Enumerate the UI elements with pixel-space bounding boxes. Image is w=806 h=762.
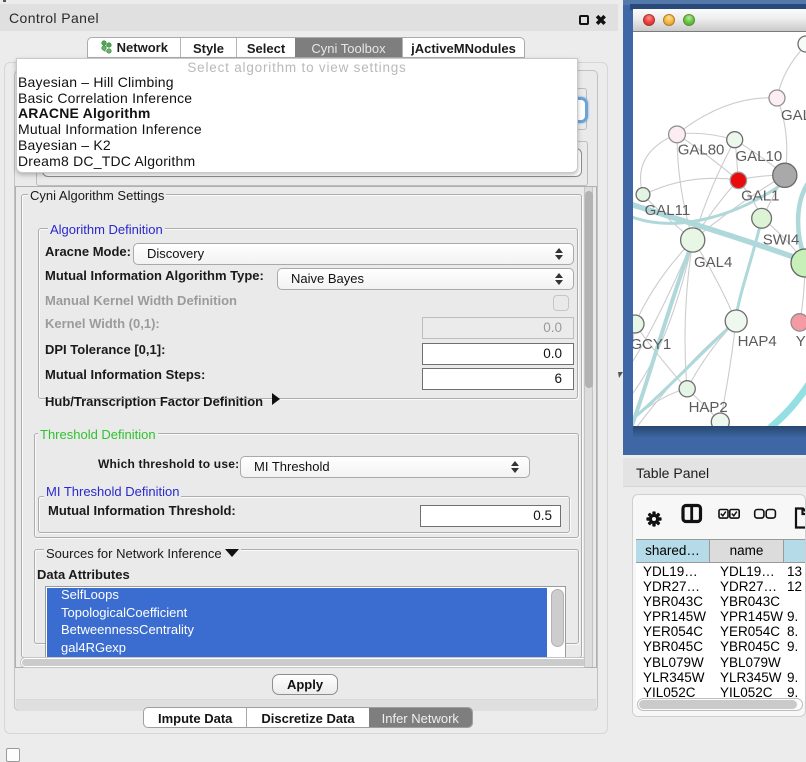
svg-text:GAL80: GAL80 — [678, 142, 725, 159]
svg-text:GAL1: GAL1 — [741, 188, 779, 205]
svg-text:GAL11: GAL11 — [645, 202, 691, 219]
svg-text:HAP2: HAP2 — [689, 399, 728, 416]
svg-text:GCY1: GCY1 — [633, 336, 671, 353]
svg-text:Y: Y — [796, 333, 806, 350]
svg-text:HAP4: HAP4 — [738, 333, 777, 350]
svg-text:GAL10: GAL10 — [736, 148, 783, 165]
svg-text:GAL4: GAL4 — [694, 254, 732, 271]
svg-text:SWI4: SWI4 — [763, 231, 800, 248]
svg-text:GAL2: GAL2 — [781, 107, 806, 124]
